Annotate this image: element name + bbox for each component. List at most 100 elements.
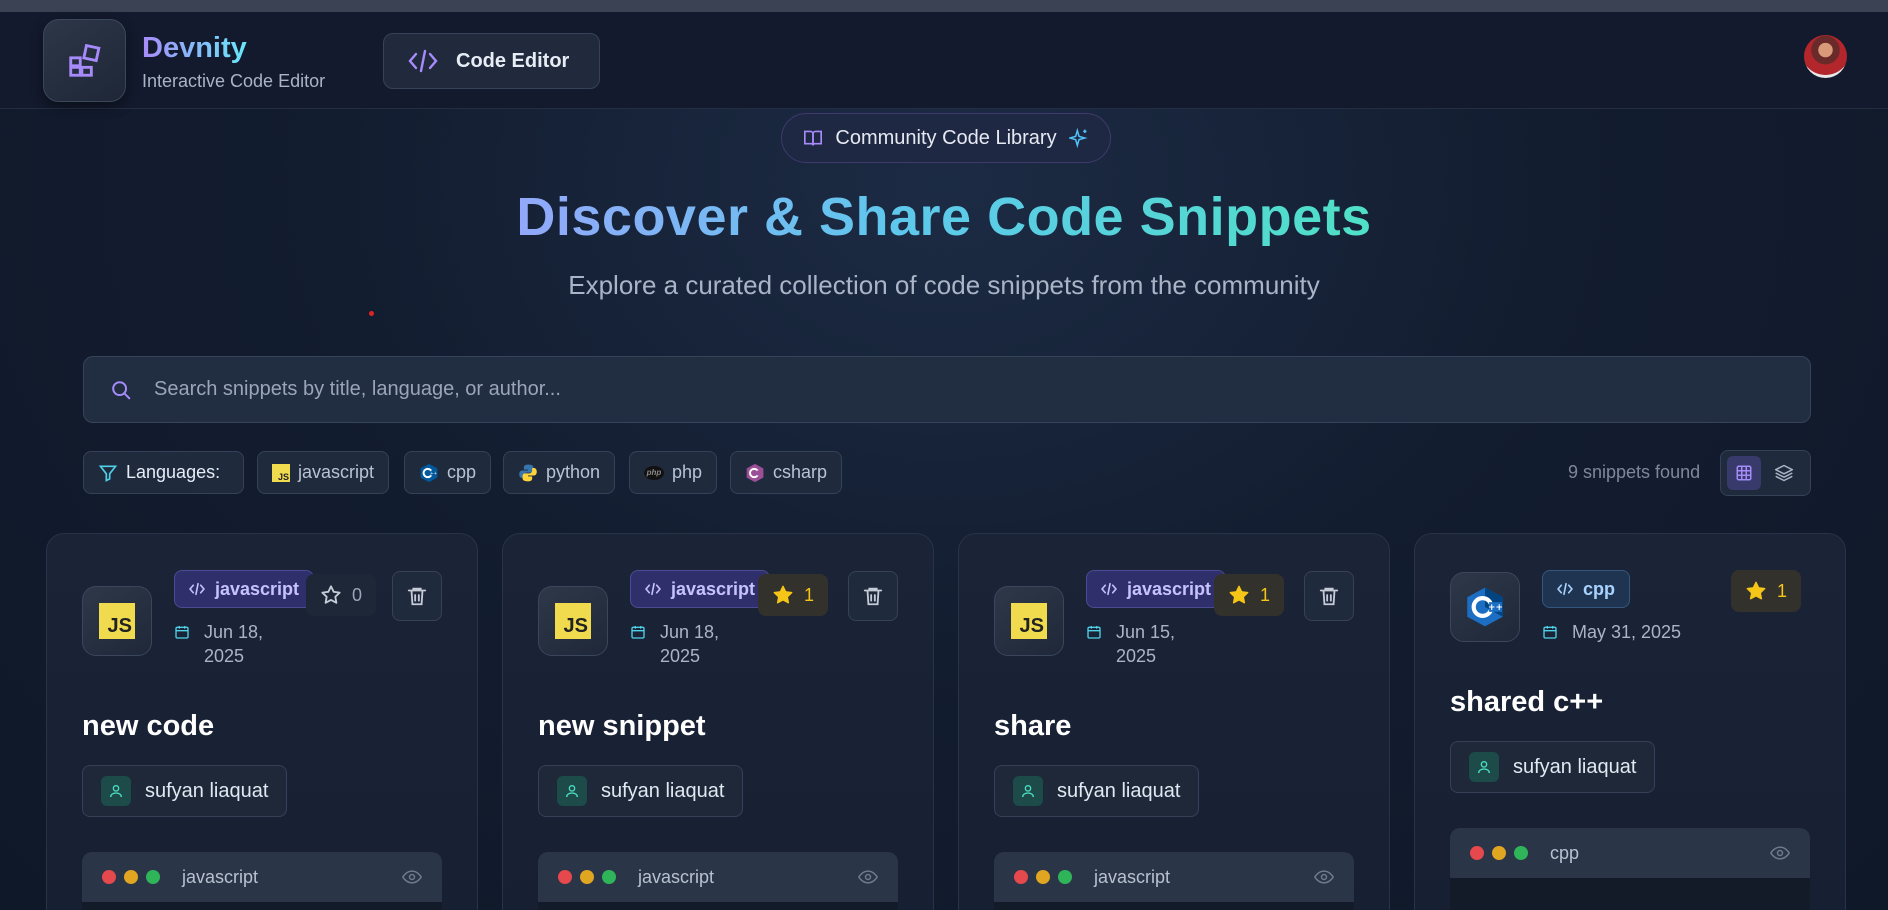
snippet-date: Jun 15, 2025 xyxy=(1086,620,1175,668)
page-subtitle: Explore a curated collection of code sni… xyxy=(568,270,1320,300)
snippet-date: May 31, 2025 xyxy=(1542,620,1681,644)
snippet-card[interactable]: ++ cpp 1 May 31, 2025 shared c++ sufyan … xyxy=(1414,533,1846,910)
author-name: sufyan liaquat xyxy=(1513,755,1637,778)
eye-icon[interactable] xyxy=(1314,869,1334,885)
eye-icon[interactable] xyxy=(402,869,422,885)
language-badge-label: cpp xyxy=(1583,578,1616,599)
calendar-icon xyxy=(1087,626,1101,639)
filter-chip-javascript[interactable]: JS javascript xyxy=(257,451,390,494)
filter-chip-label: python xyxy=(546,462,601,482)
star-button[interactable]: 1 xyxy=(1214,574,1285,616)
javascript-logo-icon: JS xyxy=(555,603,591,639)
cursor-dot xyxy=(369,311,374,316)
code-preview-header: javascript xyxy=(82,852,442,902)
star-button[interactable]: 1 xyxy=(1731,570,1802,612)
code-preview-header: javascript xyxy=(538,852,898,902)
author-chip[interactable]: sufyan liaquat xyxy=(82,765,288,817)
search-bar[interactable] xyxy=(83,356,1811,423)
book-open-icon xyxy=(804,130,823,146)
window-dot-yellow xyxy=(580,870,594,884)
delete-button[interactable] xyxy=(1304,571,1354,621)
author-chip[interactable]: sufyan liaquat xyxy=(1450,741,1656,793)
delete-button[interactable] xyxy=(392,571,442,621)
date-line-1: May 31, 2025 xyxy=(1572,622,1682,642)
snippet-card[interactable]: JS javascript 1 Jun 18, 2025 new snippet … xyxy=(502,533,934,910)
javascript-logo: JS xyxy=(538,586,608,656)
javascript-logo-icon: JS xyxy=(99,603,135,639)
snippet-title[interactable]: shared c++ xyxy=(1450,686,1603,719)
app-logo[interactable] xyxy=(43,19,126,102)
author-chip[interactable]: sufyan liaquat xyxy=(538,765,744,817)
code-language-label: javascript xyxy=(182,866,259,887)
star-icon xyxy=(773,585,793,604)
code-brackets-icon xyxy=(189,582,205,596)
date-line-1: Jun 18, xyxy=(204,622,264,642)
community-library-label: Community Code Library xyxy=(835,126,1057,149)
language-badge: javascript xyxy=(174,570,315,608)
filter-chip-python[interactable]: python xyxy=(503,451,616,494)
snippet-card[interactable]: JS javascript 0 Jun 18, 2025 new code suf… xyxy=(46,533,478,910)
code-editor-button[interactable]: Code Editor xyxy=(383,33,600,89)
author-name: sufyan liaquat xyxy=(145,779,269,802)
filter-chip-csharp[interactable]: csharp xyxy=(730,451,843,494)
snippet-card[interactable]: JS javascript 1 Jun 15, 2025 share sufyan… xyxy=(958,533,1390,910)
star-button[interactable]: 1 xyxy=(758,574,829,616)
snippet-date: Jun 18, 2025 xyxy=(174,620,263,668)
trash-icon xyxy=(863,587,883,606)
star-icon xyxy=(1229,585,1249,604)
javascript-logo: JS xyxy=(82,586,152,656)
date-line-1: Jun 15, xyxy=(1116,622,1176,642)
code-preview-header: javascript xyxy=(994,852,1354,902)
filter-chip-label: cpp xyxy=(447,462,477,482)
code-preview-body xyxy=(82,902,442,910)
eye-icon[interactable] xyxy=(858,869,878,885)
php-logo-text: php xyxy=(646,468,662,477)
code-preview-body xyxy=(538,902,898,910)
language-badge-label: javascript xyxy=(671,578,756,599)
snippet-title[interactable]: new code xyxy=(82,710,214,743)
csharp-logo-icon xyxy=(746,463,764,482)
code-language-label: javascript xyxy=(638,866,715,887)
window-dot-yellow xyxy=(1492,846,1506,860)
window-dot-green xyxy=(146,870,160,884)
languages-filter-label: Languages: xyxy=(83,451,244,494)
search-icon xyxy=(112,380,131,399)
user-icon xyxy=(1469,752,1499,782)
snippet-title[interactable]: share xyxy=(994,710,1071,743)
cpp-logo-icon: ++ xyxy=(1467,587,1503,627)
snippet-date: Jun 18, 2025 xyxy=(630,620,719,668)
grid-view-button[interactable] xyxy=(1727,456,1761,490)
search-input[interactable] xyxy=(154,378,1654,401)
list-view-button[interactable] xyxy=(1767,456,1801,490)
filter-chip-cpp[interactable]: ++ cpp xyxy=(404,451,492,494)
snippet-title[interactable]: new snippet xyxy=(538,710,706,743)
page-title: Discover & Share Code Snippets xyxy=(516,187,1372,247)
grid-squares-icon xyxy=(68,43,101,77)
filter-chip-php[interactable]: php php xyxy=(629,451,718,494)
star-button[interactable]: 0 xyxy=(306,574,377,616)
window-dot-green xyxy=(1514,846,1528,860)
cpp-logo-icon: ++ xyxy=(420,463,438,482)
code-language-label: javascript xyxy=(1094,866,1171,887)
eye-icon[interactable] xyxy=(1770,845,1790,861)
star-icon xyxy=(321,585,341,604)
calendar-icon xyxy=(631,626,645,639)
window-dot-red xyxy=(102,870,116,884)
user-icon xyxy=(557,776,587,806)
community-library-pill: Community Code Library xyxy=(781,113,1111,163)
browser-top-line xyxy=(0,0,1888,12)
trash-icon xyxy=(1319,587,1339,606)
window-dot-red xyxy=(1470,846,1484,860)
code-language-label: cpp xyxy=(1550,842,1580,863)
calendar-icon xyxy=(1543,626,1557,639)
delete-button[interactable] xyxy=(848,571,898,621)
brand-name[interactable]: Devnity xyxy=(142,32,247,65)
filter-chip-label: csharp xyxy=(773,462,828,482)
star-icon xyxy=(1746,581,1766,600)
author-chip[interactable]: sufyan liaquat xyxy=(994,765,1200,817)
star-count: 0 xyxy=(352,584,363,605)
layers-icon xyxy=(1774,464,1794,482)
window-dot-red xyxy=(558,870,572,884)
user-avatar[interactable] xyxy=(1804,35,1847,78)
date-line-2: 2025 xyxy=(660,646,701,666)
